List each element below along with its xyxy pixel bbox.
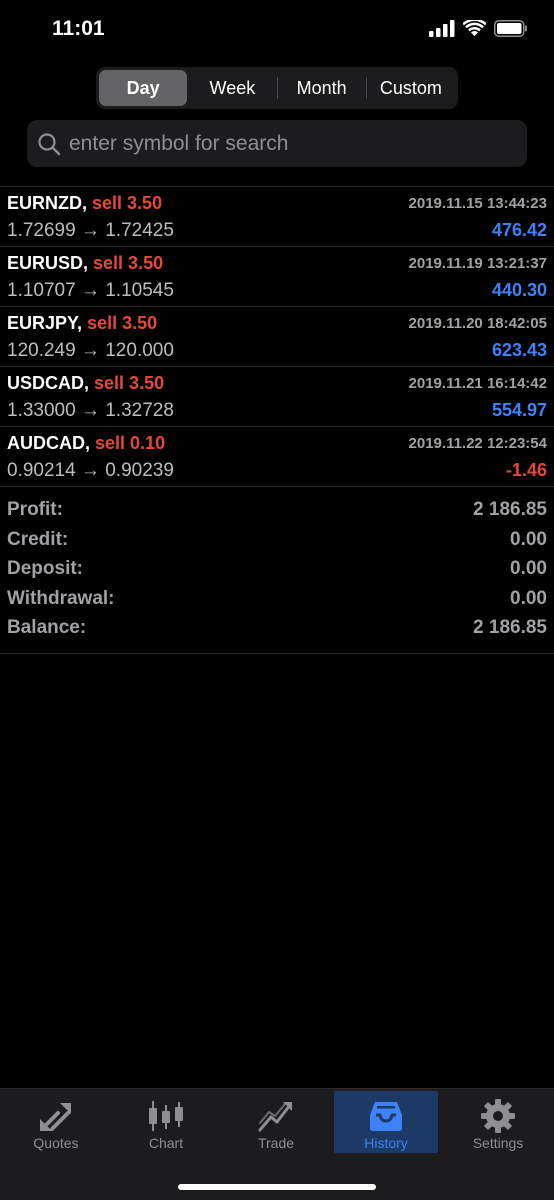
deal-symbol-line: AUDCAD, sell 0.10 xyxy=(7,433,165,454)
deal-row[interactable]: EURUSD, sell 3.50 2019.11.19 13:21:37 1.… xyxy=(0,247,554,307)
deal-profit: -1.46 xyxy=(505,460,547,480)
tab-chart[interactable]: Chart xyxy=(114,1091,218,1153)
summary-label: Balance: xyxy=(7,617,87,638)
deal-symbol-line: EURJPY, sell 3.50 xyxy=(7,313,157,334)
tab-label: Quotes xyxy=(33,1135,79,1151)
deal-symbol: EURJPY, xyxy=(7,313,83,333)
summary-value: 0.00 xyxy=(510,528,547,550)
quotes-icon xyxy=(38,1097,74,1135)
deal-profit: 440.30 xyxy=(491,280,547,300)
summary-label: Deposit: xyxy=(7,558,83,579)
status-time: 11:01 xyxy=(52,17,105,40)
deal-action: sell 0.10 xyxy=(95,433,166,453)
candlestick-chart-icon xyxy=(147,1097,185,1135)
segment-day[interactable]: Day xyxy=(99,70,188,106)
summary-withdrawal: Withdrawal: 0.00 xyxy=(0,586,554,616)
gear-icon xyxy=(480,1097,516,1135)
tab-history[interactable]: History xyxy=(334,1091,438,1153)
summary-credit: Credit: 0.00 xyxy=(0,527,554,557)
segment-week[interactable]: Week xyxy=(188,70,276,106)
tab-label: Trade xyxy=(257,1135,295,1151)
deal-action: sell 3.50 xyxy=(87,313,158,333)
battery-icon xyxy=(494,20,527,37)
search-bar xyxy=(27,120,527,167)
deal-row[interactable]: EURJPY, sell 3.50 2019.11.20 18:42:05 12… xyxy=(0,307,554,367)
deal-time: 2019.11.15 13:44:23 xyxy=(408,195,547,212)
deal-symbol-line: EURUSD, sell 3.50 xyxy=(7,253,163,274)
deal-time: 2019.11.22 12:23:54 xyxy=(408,435,547,452)
deal-prices: 1.33000 → 1.32728 xyxy=(7,400,174,421)
summary-profit: Profit: 2 186.85 xyxy=(0,497,554,527)
summary-deposit: Deposit: 0.00 xyxy=(0,556,554,586)
summary-label: Credit: xyxy=(7,528,69,550)
deal-profit: 476.42 xyxy=(491,220,547,240)
deal-prices: 1.10707 → 1.10545 xyxy=(7,280,174,301)
deal-symbol: EURUSD, xyxy=(7,253,89,273)
deal-profit: 554.97 xyxy=(491,400,547,420)
deal-prices: 120.249 → 120.000 xyxy=(7,340,174,361)
summary-value: 0.00 xyxy=(510,587,547,609)
deal-row[interactable]: AUDCAD, sell 0.10 2019.11.22 12:23:54 0.… xyxy=(0,427,554,487)
deal-time: 2019.11.19 13:21:37 xyxy=(408,255,547,272)
deal-action: sell 3.50 xyxy=(92,193,163,213)
search-icon xyxy=(38,132,61,155)
status-icons xyxy=(429,20,528,37)
deal-time: 2019.11.21 16:14:42 xyxy=(408,375,547,392)
home-indicator[interactable] xyxy=(178,1184,376,1190)
cellular-signal-icon xyxy=(429,20,455,37)
segment-custom[interactable]: Custom xyxy=(367,70,455,106)
deal-time: 2019.11.20 18:42:05 xyxy=(408,315,547,332)
summary-label: Withdrawal: xyxy=(7,587,115,609)
deal-row[interactable]: EURNZD, sell 3.50 2019.11.15 13:44:23 1.… xyxy=(0,187,554,247)
summary-value: 2 186.85 xyxy=(473,617,547,638)
deal-profit: 623.43 xyxy=(491,340,547,360)
deal-action: sell 3.50 xyxy=(94,373,165,393)
tab-label: History xyxy=(364,1135,408,1151)
history-list: EURNZD, sell 3.50 2019.11.15 13:44:23 1.… xyxy=(0,186,554,654)
status-bar: 11:01 xyxy=(0,0,554,62)
deal-symbol: AUDCAD, xyxy=(7,433,90,453)
segment-month[interactable]: Month xyxy=(278,70,366,106)
deal-symbol: EURNZD, xyxy=(7,193,87,213)
deal-prices: 1.72699 → 1.72425 xyxy=(7,220,174,241)
search-input[interactable] xyxy=(67,130,511,157)
deal-prices: 0.90214 → 0.90239 xyxy=(7,460,174,481)
trade-icon xyxy=(257,1097,295,1135)
tab-trade[interactable]: Trade xyxy=(224,1091,328,1153)
summary-value: 2 186.85 xyxy=(473,499,547,520)
history-summary: Profit: 2 186.85 Credit: 0.00 Deposit: 0… xyxy=(0,487,554,654)
deal-action: sell 3.50 xyxy=(93,253,164,273)
wifi-icon xyxy=(463,20,486,37)
summary-value: 0.00 xyxy=(510,558,547,579)
period-segmented-control: Day Week Month Custom xyxy=(96,67,458,109)
deal-symbol-line: USDCAD, sell 3.50 xyxy=(7,373,164,394)
tab-settings[interactable]: Settings xyxy=(446,1091,550,1153)
deal-symbol-line: EURNZD, sell 3.50 xyxy=(7,193,162,214)
history-inbox-icon xyxy=(368,1097,404,1135)
tab-quotes[interactable]: Quotes xyxy=(4,1091,108,1153)
summary-balance: Balance: 2 186.85 xyxy=(0,615,554,645)
tab-label: Chart xyxy=(148,1135,184,1151)
deal-row[interactable]: USDCAD, sell 3.50 2019.11.21 16:14:42 1.… xyxy=(0,367,554,427)
tab-label: Settings xyxy=(472,1135,524,1151)
deal-symbol: USDCAD, xyxy=(7,373,90,393)
summary-label: Profit: xyxy=(7,499,63,520)
